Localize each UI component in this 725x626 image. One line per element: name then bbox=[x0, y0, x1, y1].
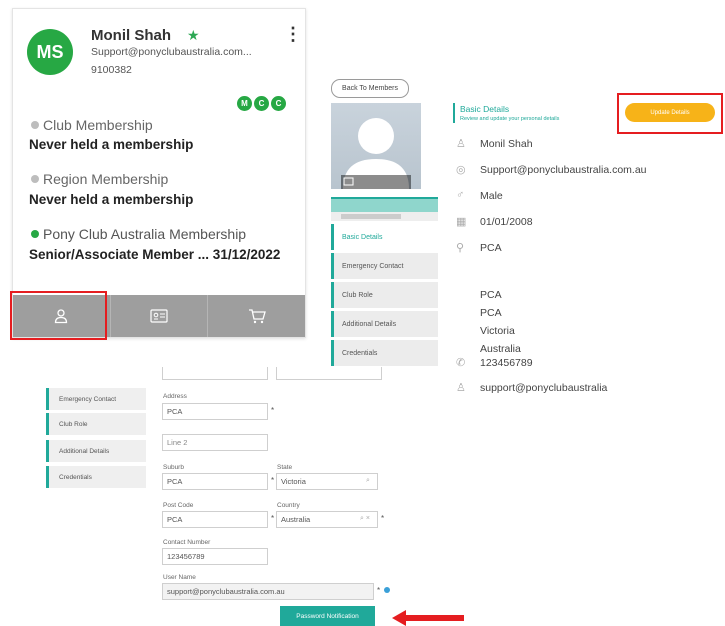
region-membership-value: Never held a membership bbox=[29, 192, 194, 207]
address-label: Address bbox=[163, 393, 187, 400]
country-label: Country bbox=[277, 502, 300, 509]
tab-cart[interactable] bbox=[208, 295, 305, 337]
state-select[interactable]: Victoria bbox=[276, 473, 378, 490]
cart-icon bbox=[248, 309, 266, 324]
section-title: Basic Details bbox=[460, 104, 510, 114]
detail-dob: 01/01/2008 bbox=[480, 216, 533, 228]
detail-address-line1: PCA bbox=[480, 289, 502, 301]
star-icon: ★ bbox=[187, 27, 200, 43]
avatar: MS bbox=[27, 29, 73, 75]
detail-name: Monil Shah bbox=[480, 138, 533, 150]
sidebar-item-credentials[interactable]: Credentials bbox=[331, 340, 438, 366]
gender-icon: ♂ bbox=[456, 189, 465, 201]
address-line2-input[interactable]: Line 2 bbox=[162, 434, 268, 451]
state-label: State bbox=[277, 464, 293, 471]
form-nav-additional-details[interactable]: Additional Details bbox=[46, 440, 146, 462]
search-icon: ⌕ × bbox=[360, 515, 370, 522]
sidebar-item-basic-details[interactable]: Basic Details bbox=[331, 224, 438, 250]
member-phone: 9100382 bbox=[91, 64, 132, 76]
username-label: User Name bbox=[163, 574, 196, 581]
postcode-label: Post Code bbox=[163, 502, 194, 509]
detail-username: support@ponyclubaustralia bbox=[480, 382, 608, 394]
email-icon: ◎ bbox=[456, 164, 466, 176]
section-accent-bar bbox=[453, 103, 455, 123]
membership-badge-c: C bbox=[254, 96, 269, 111]
address-input[interactable]: PCA bbox=[162, 403, 268, 420]
postcode-input[interactable]: PCA bbox=[162, 511, 268, 528]
required-mark: * bbox=[271, 406, 275, 415]
form-nav-emergency-contact[interactable]: Emergency Contact bbox=[46, 388, 146, 410]
pca-membership-value: Senior/Associate Member ... 31/12/2022 bbox=[29, 247, 281, 262]
contact-number-label: Contact Number bbox=[163, 539, 211, 546]
phone-icon: ✆ bbox=[456, 357, 466, 369]
detail-gender: Male bbox=[480, 190, 503, 202]
highlight-box-profile-tab bbox=[10, 291, 107, 340]
partial-input[interactable] bbox=[162, 367, 268, 380]
sidebar-item-additional-details[interactable]: Additional Details bbox=[331, 311, 438, 337]
calendar-icon: ▦ bbox=[456, 216, 467, 228]
sidebar-item-emergency-contact[interactable]: Emergency Contact bbox=[331, 253, 438, 279]
info-icon[interactable] bbox=[384, 587, 390, 593]
suburb-label: Suburb bbox=[163, 464, 184, 471]
form-nav-club-role[interactable]: Club Role bbox=[46, 413, 146, 435]
club-membership-value: Never held a membership bbox=[29, 137, 194, 152]
back-to-members-button[interactable]: Back To Members bbox=[331, 79, 409, 98]
suburb-input[interactable]: PCA bbox=[162, 473, 268, 490]
username-input[interactable]: support@ponyclubaustralia.com.au bbox=[162, 583, 374, 600]
required-mark: * bbox=[377, 586, 381, 595]
club-membership-title: Club Membership bbox=[43, 117, 153, 133]
region-membership-title: Region Membership bbox=[43, 171, 169, 187]
membership-badge-m: M bbox=[237, 96, 252, 111]
status-dot-green bbox=[31, 230, 39, 238]
user-icon: ♙ bbox=[456, 382, 466, 394]
status-dot-grey bbox=[31, 175, 39, 183]
section-subtitle: Review and update your personal details bbox=[460, 116, 560, 122]
detail-phone: 123456789 bbox=[480, 357, 533, 369]
profile-photo bbox=[331, 103, 421, 189]
member-email: Support@ponyclubaustralia.com... bbox=[91, 46, 252, 58]
red-arrow-icon bbox=[392, 610, 464, 626]
partial-input[interactable] bbox=[276, 367, 382, 380]
person-icon: ♙ bbox=[456, 138, 466, 150]
detail-club: PCA bbox=[480, 242, 502, 254]
avatar-placeholder-icon bbox=[341, 118, 411, 189]
member-card: MS Monil Shah ★ Support@ponyclubaustrali… bbox=[12, 8, 306, 338]
membership-badge-c: C bbox=[271, 96, 286, 111]
id-card-icon bbox=[150, 309, 168, 323]
photo-upload-strip[interactable] bbox=[331, 197, 438, 212]
detail-country: Australia bbox=[480, 343, 521, 355]
status-dot-grey bbox=[31, 121, 39, 129]
required-mark: * bbox=[271, 476, 275, 485]
tab-id-card[interactable] bbox=[111, 295, 209, 337]
contact-number-input[interactable]: 123456789 bbox=[162, 548, 268, 565]
profile-nav: Basic Details Emergency Contact Club Rol… bbox=[331, 197, 438, 366]
sidebar-item-club-role[interactable]: Club Role bbox=[331, 282, 438, 308]
required-mark: * bbox=[381, 514, 385, 523]
member-name: Monil Shah bbox=[91, 27, 171, 44]
form-nav-credentials[interactable]: Credentials bbox=[46, 466, 146, 488]
more-options-icon[interactable]: ⋮ bbox=[284, 25, 302, 43]
required-mark: * bbox=[271, 514, 275, 523]
update-details-button[interactable]: Update Details bbox=[625, 103, 715, 122]
location-pin-icon: ⚲ bbox=[456, 242, 465, 254]
horizontal-scrollbar[interactable] bbox=[331, 212, 438, 221]
detail-email: Support@ponyclubaustralia.com.au bbox=[480, 164, 647, 176]
detail-state: Victoria bbox=[480, 325, 515, 337]
pca-membership-title: Pony Club Australia Membership bbox=[43, 226, 247, 242]
password-notification-button[interactable]: Password Notification bbox=[280, 606, 375, 626]
search-icon: ⌕ bbox=[366, 477, 370, 484]
detail-address-line2: PCA bbox=[480, 307, 502, 319]
